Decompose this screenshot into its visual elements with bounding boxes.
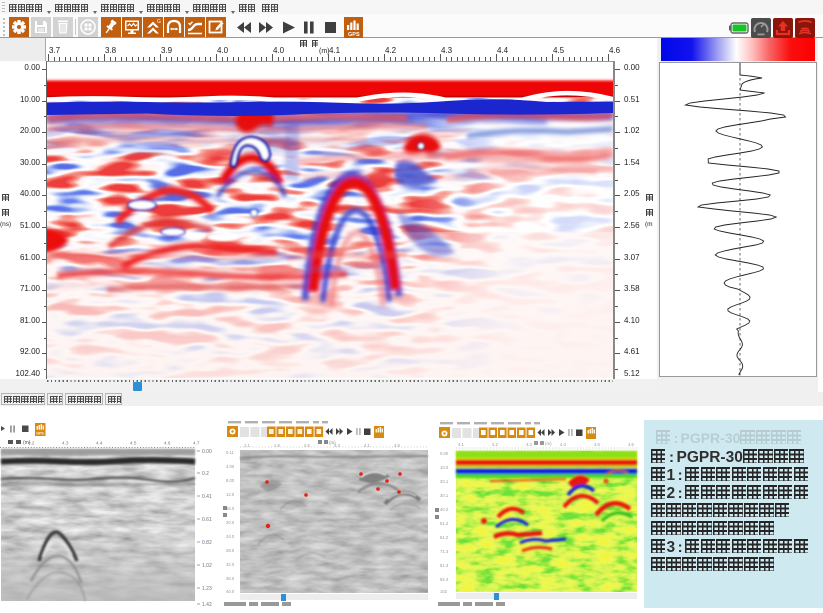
- svg-text:92.4: 92.4: [440, 577, 449, 582]
- svg-text:8.00: 8.00: [226, 478, 235, 483]
- svg-text:4.00: 4.00: [226, 464, 235, 469]
- svg-text:20.1: 20.1: [440, 479, 449, 484]
- svg-text:24.0: 24.0: [226, 534, 235, 539]
- svg-text:G: G: [157, 19, 161, 25]
- svg-text:2.6: 2.6: [304, 443, 310, 448]
- svg-text:10.0: 10.0: [440, 465, 449, 470]
- svg-text:1.23: 1.23: [202, 586, 212, 592]
- svg-text:4.3: 4.3: [62, 441, 69, 446]
- svg-text:0.11: 0.11: [226, 450, 235, 455]
- svg-text:4.5: 4.5: [130, 441, 137, 446]
- svg-text:0.2: 0.2: [202, 471, 209, 477]
- svg-text:4.1: 4.1: [458, 442, 464, 447]
- svg-text:28.0: 28.0: [226, 548, 235, 553]
- svg-text:4.7: 4.7: [193, 441, 200, 446]
- svg-text:0.61: 0.61: [202, 517, 212, 523]
- svg-text:71.3: 71.3: [440, 549, 449, 554]
- svg-text:12.0: 12.0: [226, 492, 235, 497]
- svg-text:61.2: 61.2: [440, 535, 449, 540]
- svg-text:4.2: 4.2: [492, 442, 498, 447]
- svg-text:0.82: 0.82: [202, 540, 212, 546]
- svg-text:0.00: 0.00: [202, 449, 212, 455]
- svg-text:(m): (m): [545, 441, 552, 446]
- svg-text:GPS: GPS: [36, 432, 44, 436]
- svg-text:36.0: 36.0: [226, 576, 235, 581]
- svg-text:1.42: 1.42: [202, 602, 212, 608]
- svg-text:GPS: GPS: [348, 32, 360, 38]
- svg-text:4.5: 4.5: [594, 442, 600, 447]
- svg-text:4.4: 4.4: [96, 441, 103, 446]
- svg-text:16.0: 16.0: [226, 506, 235, 511]
- svg-text:0.00: 0.00: [440, 451, 449, 456]
- svg-text:4.3: 4.3: [526, 442, 532, 447]
- svg-text:4.6: 4.6: [628, 442, 634, 447]
- svg-text:4.6: 4.6: [164, 441, 171, 446]
- svg-text:40.2: 40.2: [440, 507, 449, 512]
- svg-text:4.8: 4.8: [394, 443, 400, 448]
- svg-text:40.0: 40.0: [226, 589, 235, 594]
- svg-text:20.0: 20.0: [226, 520, 235, 525]
- svg-text:102: 102: [440, 589, 448, 594]
- svg-text:30.1: 30.1: [440, 493, 449, 498]
- svg-text:0.41: 0.41: [202, 494, 212, 500]
- svg-text:81.3: 81.3: [440, 563, 449, 568]
- svg-text:32.0: 32.0: [226, 562, 235, 567]
- svg-text:51.2: 51.2: [440, 521, 449, 526]
- svg-text:1.02: 1.02: [202, 563, 212, 569]
- svg-text:4.2: 4.2: [28, 441, 35, 446]
- svg-text:4.4: 4.4: [560, 442, 566, 447]
